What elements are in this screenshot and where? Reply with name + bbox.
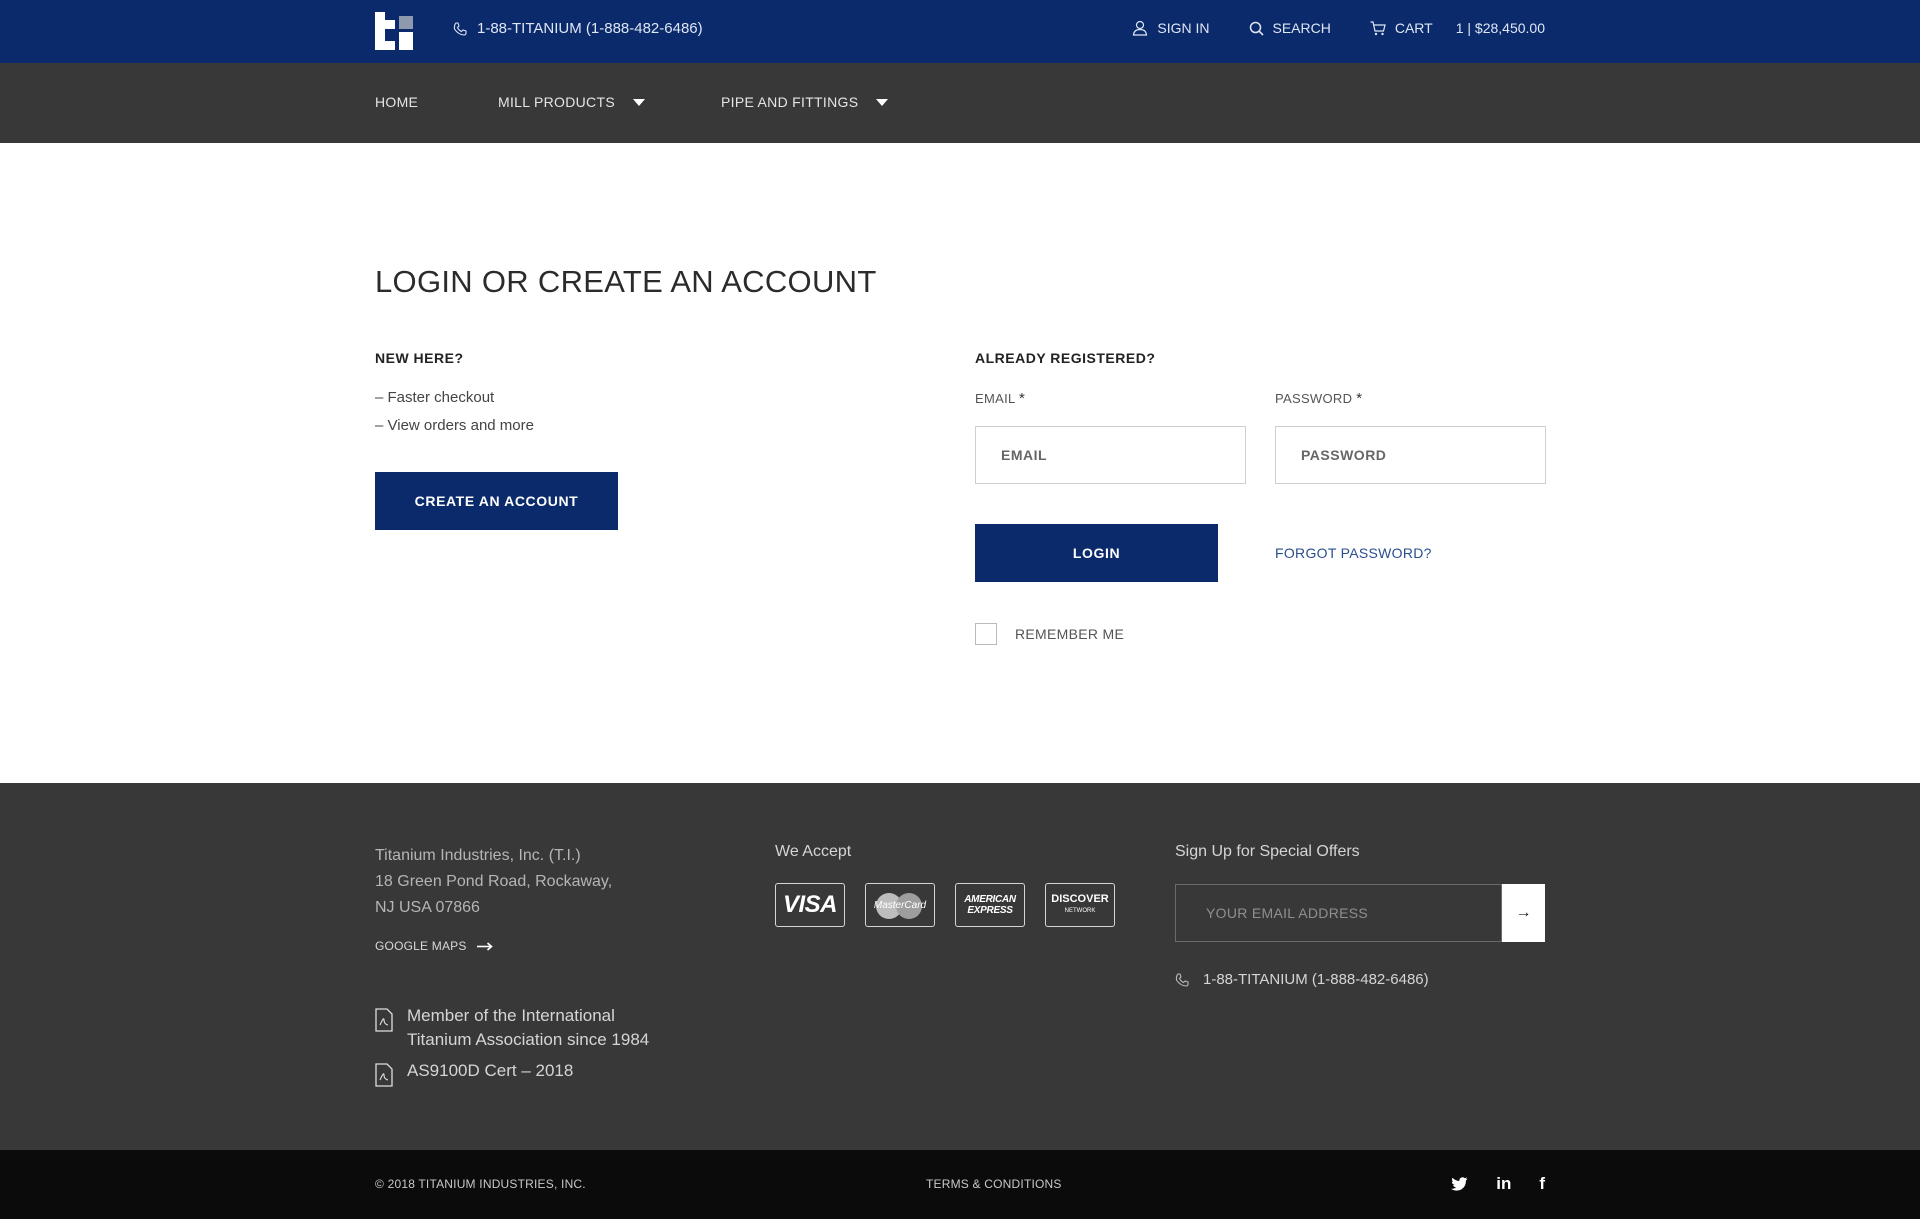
pdf-icon: [375, 1008, 393, 1052]
already-registered-heading: ALREADY REGISTERED?: [975, 350, 1156, 366]
membership-text: Member of the International Titanium Ass…: [407, 1004, 649, 1052]
main-nav: HOME MILL PRODUCTS PIPE AND FITTINGS: [0, 63, 1920, 143]
chevron-down-icon: [876, 98, 889, 106]
phone-icon: [1175, 972, 1189, 987]
signup-heading: Sign Up for Special Offers: [1175, 843, 1360, 860]
certification-doc-link[interactable]: AS9100D Cert – 2018: [375, 1059, 573, 1087]
company-address: Titanium Industries, Inc. (T.I.) 18 Gree…: [375, 843, 612, 921]
required-mark: *: [1356, 390, 1363, 407]
discover-card-icon: DISCOVER NETWORK: [1045, 883, 1115, 927]
doc-line: Member of the International: [407, 1006, 615, 1025]
header-phone-text: 1-88-TITANIUM (1-888-482-6486): [477, 20, 703, 37]
cart-label: CART: [1394, 20, 1433, 36]
social-links: in f: [1451, 1174, 1545, 1194]
newsletter-submit-button[interactable]: →: [1502, 884, 1545, 942]
amex-card-icon: AMERICAN EXPRESS: [955, 883, 1025, 927]
cart-link[interactable]: CART 1 | $28,450.00: [1370, 20, 1545, 36]
header-phone[interactable]: 1-88-TITANIUM (1-888-482-6486): [453, 20, 703, 37]
login-button[interactable]: LOGIN: [975, 524, 1218, 582]
new-here-heading: NEW HERE?: [375, 350, 464, 366]
page-title: LOGIN OR CREATE AN ACCOUNT: [375, 264, 877, 299]
remember-me-checkbox[interactable]: [975, 623, 997, 645]
pdf-icon: [375, 1063, 393, 1087]
email-label: EMAIL *: [975, 390, 1025, 407]
doc-line: AS9100D Cert – 2018: [407, 1061, 574, 1080]
doc-line: Titanium Association since 1984: [407, 1030, 650, 1049]
phone-icon: [453, 21, 467, 36]
bottom-bar: © 2018 TITANIUM INDUSTRIES, INC. TERMS &…: [0, 1150, 1920, 1219]
amex-line: EXPRESS: [967, 905, 1013, 916]
footer-phone-text: 1-88-TITANIUM (1-888-482-6486): [1203, 971, 1429, 988]
user-icon: [1132, 20, 1148, 36]
address-line: Titanium Industries, Inc. (T.I.): [375, 847, 581, 864]
google-maps-label: GOOGLE MAPS: [375, 939, 467, 953]
search-label: SEARCH: [1272, 20, 1331, 36]
password-label-text: PASSWORD: [1275, 391, 1353, 406]
remember-me-label[interactable]: REMEMBER ME: [1015, 626, 1124, 642]
sign-in-link[interactable]: SIGN IN: [1132, 20, 1210, 36]
password-label: PASSWORD *: [1275, 390, 1362, 407]
footer: Titanium Industries, Inc. (T.I.) 18 Gree…: [0, 783, 1920, 1150]
amex-line: AMERICAN: [964, 894, 1016, 905]
facebook-icon[interactable]: f: [1539, 1174, 1545, 1194]
search-link[interactable]: SEARCH: [1249, 20, 1331, 36]
footer-phone[interactable]: 1-88-TITANIUM (1-888-482-6486): [1175, 971, 1429, 988]
nav-item-mill-products[interactable]: MILL PRODUCTS: [498, 94, 645, 110]
twitter-icon[interactable]: [1451, 1177, 1468, 1191]
newsletter-form: →: [1175, 884, 1545, 942]
cart-summary: 1 | $28,450.00: [1455, 20, 1545, 36]
address-line: NJ USA 07866: [375, 899, 480, 916]
terms-link[interactable]: TERMS & CONDITIONS: [926, 1177, 1062, 1191]
forgot-password-link[interactable]: FORGOT PASSWORD?: [1275, 545, 1432, 561]
copyright: © 2018 TITANIUM INDUSTRIES, INC.: [375, 1177, 586, 1191]
address-line: 18 Green Pond Road, Rockaway,: [375, 873, 613, 890]
we-accept-heading: We Accept: [775, 843, 852, 860]
newsletter-email-input[interactable]: [1175, 884, 1502, 942]
chevron-down-icon: [632, 98, 645, 106]
membership-doc-link[interactable]: Member of the International Titanium Ass…: [375, 1004, 649, 1052]
sign-in-label: SIGN IN: [1157, 20, 1210, 36]
payment-cards: VISA MasterCard AMERICAN EXPRESS DISCOVE…: [775, 883, 1115, 927]
nav-item-pipe-and-fittings[interactable]: PIPE AND FITTINGS: [721, 94, 889, 110]
nav-item-home[interactable]: HOME: [375, 94, 418, 110]
ti-logo[interactable]: [375, 12, 413, 50]
email-field[interactable]: [975, 426, 1246, 484]
nav-pipe-label: PIPE AND FITTINGS: [721, 94, 859, 110]
required-mark: *: [1018, 390, 1026, 407]
arrow-right-icon: [476, 941, 493, 951]
linkedin-icon[interactable]: in: [1496, 1174, 1511, 1194]
header-actions: SIGN IN SEARCH CART 1 | $28,450.00: [1093, 20, 1545, 36]
nav-home-label: HOME: [375, 94, 419, 110]
google-maps-link[interactable]: GOOGLE MAPS: [375, 939, 493, 953]
benefit-item: – View orders and more: [375, 417, 534, 434]
create-account-button[interactable]: CREATE AN ACCOUNT: [375, 472, 618, 530]
cart-icon: [1370, 20, 1386, 36]
discover-text: DISCOVER: [1051, 893, 1109, 905]
mastercard-card-icon: MasterCard: [865, 883, 935, 927]
search-icon: [1249, 21, 1264, 36]
password-field[interactable]: [1275, 426, 1546, 484]
benefit-item: – Faster checkout: [375, 389, 495, 406]
nav-mill-products-label: MILL PRODUCTS: [498, 94, 615, 110]
visa-card-icon: VISA: [775, 883, 845, 927]
mastercard-text: MasterCard: [873, 899, 927, 911]
email-label-text: EMAIL: [975, 391, 1016, 406]
discover-sub: NETWORK: [1064, 908, 1096, 914]
top-bar: 1-88-TITANIUM (1-888-482-6486) SIGN IN S…: [0, 0, 1920, 63]
